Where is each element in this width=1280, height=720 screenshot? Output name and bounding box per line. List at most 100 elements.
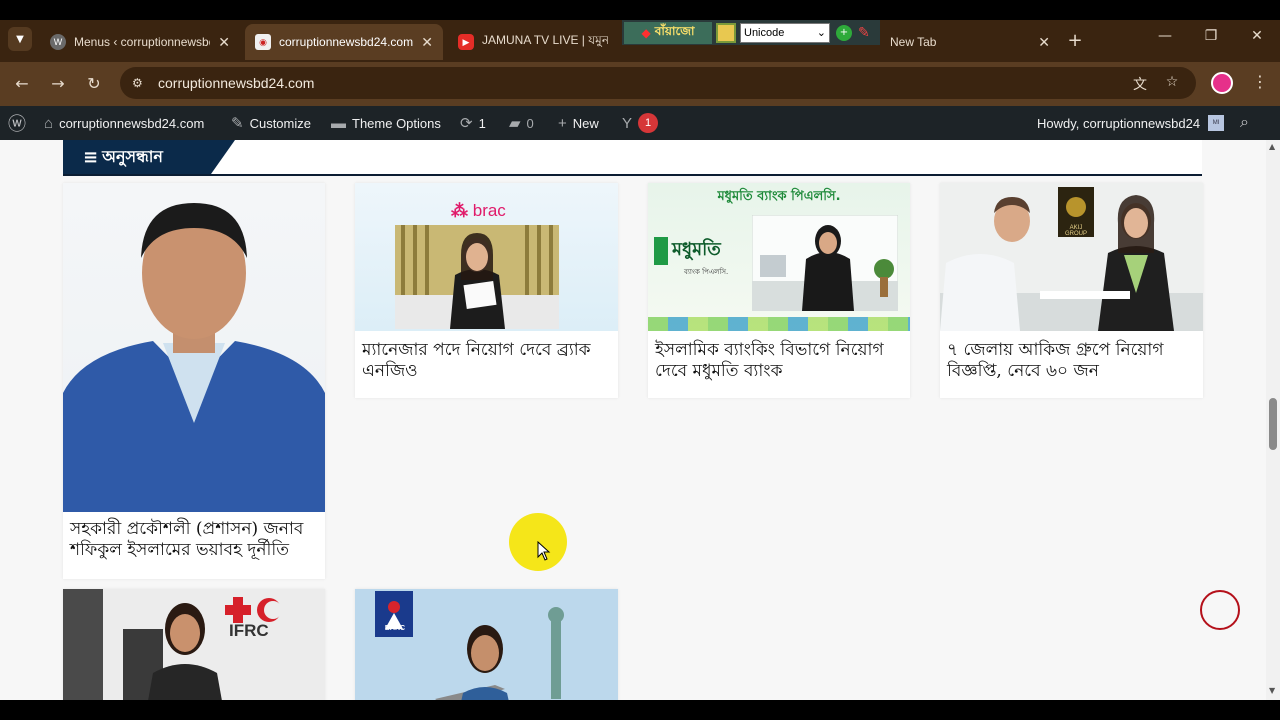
- section-header: ≡ অনুসন্ধান: [63, 140, 1202, 176]
- wp-theme-options-label: Theme Options: [352, 115, 441, 131]
- news-image[interactable]: BARC: [355, 589, 618, 700]
- news-title[interactable]: ম্যানেজার পদে নিয়োগ দেবে ব্র্যাক এনজিও: [362, 340, 612, 382]
- news-card[interactable]: IFRC: [63, 589, 325, 700]
- top-strip: [0, 0, 1280, 20]
- wp-logo-icon[interactable]: ⓦ: [8, 106, 32, 140]
- wp-customize-link[interactable]: ✎ Customize: [231, 106, 311, 140]
- tab-new[interactable]: New Tab ✕: [880, 24, 1060, 60]
- tab-title: corruptionnewsbd24.com: [279, 35, 414, 49]
- tab-menus[interactable]: W Menus ‹ corruptionnewsbd24.com — WordP…: [40, 24, 240, 60]
- brac-logo: ⁂ brac: [451, 201, 506, 220]
- scroll-thumb[interactable]: [1269, 398, 1277, 450]
- page-content: ≡ অনুসন্ধান সহকারী প্রকৌশলী (প্রশাসন) জন…: [0, 140, 1266, 700]
- news-image[interactable]: ⁂ brac: [355, 183, 618, 331]
- wp-admin-bar: ⓦ ⌂ corruptionnewsbd24.com ✎ Customize ▬ Th…: [0, 106, 1280, 140]
- news-title[interactable]: ইসলামিক ব্যাংকিং বিভাগে নিয়োগ দেবে মধুম…: [655, 340, 904, 382]
- news-title[interactable]: সহকারী প্রকৌশলী (প্রশাসন) জনাব শফিকুল ইস…: [70, 519, 319, 561]
- ime-mark-icon: ◆: [641, 25, 651, 40]
- ifrc-logo-text: IFRC: [229, 621, 269, 640]
- ime-encoding-value: Unicode: [744, 26, 785, 39]
- brush-icon: ✎: [231, 115, 244, 132]
- wp-howdy-text: Howdy, corruptionnewsbd24: [1037, 115, 1201, 131]
- wp-seo-badge: 1: [638, 113, 659, 133]
- refresh-icon: ⟳: [460, 115, 473, 132]
- modhumoti-logo: মধুমতি ব্যাংক পিএলসি.: [654, 235, 744, 278]
- barc-logo-text: BARC: [384, 625, 406, 632]
- ime-logo-text: বাঁয়াজো: [654, 23, 695, 38]
- wordpress-icon: W: [50, 34, 66, 50]
- minimize-icon[interactable]: —: [1155, 28, 1175, 44]
- restore-icon[interactable]: ❐: [1201, 28, 1221, 44]
- wp-customize-label: Customize: [249, 115, 311, 131]
- wp-seo-link[interactable]: Y1: [622, 106, 659, 140]
- reload-icon[interactable]: ↻: [84, 74, 104, 93]
- news-image[interactable]: AKIJ GROUP: [940, 183, 1203, 331]
- back-icon[interactable]: ←: [12, 74, 32, 93]
- tab-search-button[interactable]: ▼: [8, 27, 32, 51]
- news-card[interactable]: ⁂ brac ম্যানেজার পদে নিয়োগ দেবে ব্র্যাক…: [355, 183, 618, 398]
- menu-kebab-icon[interactable]: ⋮: [1252, 72, 1268, 91]
- profile-avatar[interactable]: [1211, 72, 1233, 94]
- floating-circle-button[interactable]: [1200, 590, 1240, 630]
- tab-title: New Tab: [890, 35, 937, 49]
- banner-text: মধুমতি ব্যাংক পিএলসি.: [717, 189, 841, 204]
- scroll-down-icon[interactable]: ▼: [1269, 686, 1275, 695]
- youtube-icon: ▶: [458, 34, 474, 50]
- close-icon[interactable]: ✕: [218, 34, 230, 51]
- wp-comments-link[interactable]: ▰ 0: [509, 106, 534, 140]
- news-card[interactable]: BARC: [355, 589, 618, 700]
- tab-title: Menus ‹ corruptionnewsbd24.com — WordPre…: [74, 35, 210, 49]
- ime-toolbar: ◆ বাঁয়াজো Unicode ⌄ + ✎: [622, 20, 880, 45]
- wp-updates-link[interactable]: ⟳ 1: [460, 106, 486, 140]
- news-card[interactable]: মধুমতি ব্যাংক পিএলসি. মধুমতি ব্যাংক পিএল…: [648, 183, 910, 398]
- akij-logo-text: AKIJ GROUP: [1064, 225, 1087, 237]
- new-tab-button[interactable]: +: [1066, 30, 1084, 51]
- search-icon[interactable]: ⌕: [1240, 106, 1249, 140]
- wp-comments-count: 0: [526, 115, 534, 131]
- translate-icon[interactable]: 文: [1130, 74, 1150, 94]
- office-photo: [63, 589, 325, 700]
- comment-icon: ▰: [509, 115, 521, 132]
- office-photo: [752, 215, 898, 311]
- mouse-cursor-icon: [537, 541, 551, 561]
- news-image[interactable]: IFRC: [63, 589, 325, 700]
- folder-icon: ▬: [331, 114, 346, 132]
- wp-theme-options-link[interactable]: ▬ Theme Options: [331, 106, 441, 140]
- news-card[interactable]: সহকারী প্রকৌশলী (প্রশাসন) জনাব শফিকুল ইস…: [63, 183, 325, 579]
- news-image[interactable]: [63, 183, 325, 512]
- news-card[interactable]: AKIJ GROUP ৭ জেলায় আকিজ গ্রুপে নিয়োগ ব…: [940, 183, 1203, 398]
- wp-updates-count: 1: [478, 115, 486, 131]
- section-title: অনুসন্ধান: [102, 146, 163, 166]
- hamburger-icon: ≡: [83, 146, 99, 168]
- office-photo: [395, 225, 559, 329]
- tab-title: JAMUNA TV LIVE | যমুনা টিভি: [482, 33, 608, 47]
- close-icon[interactable]: ✕: [1038, 34, 1050, 51]
- banner-decoration: [648, 317, 910, 331]
- address-bar[interactable]: ⚙ corruptionnewsbd24.com: [120, 67, 1196, 99]
- section-tab[interactable]: ≡ অনুসন্ধান: [63, 140, 235, 174]
- bookmark-star-icon[interactable]: ☆: [1162, 74, 1182, 90]
- wp-site-link[interactable]: ⌂ corruptionnewsbd24.com: [44, 106, 204, 140]
- tab-jamuna[interactable]: ▶ JAMUNA TV LIVE | যমুনা টিভি: [448, 24, 618, 60]
- wp-new-link[interactable]: + New: [558, 106, 599, 140]
- scroll-up-icon[interactable]: ▲: [1269, 142, 1275, 151]
- forward-icon[interactable]: →: [48, 74, 68, 93]
- wp-site-name: corruptionnewsbd24.com: [59, 115, 205, 131]
- wp-new-label: New: [572, 115, 599, 131]
- news-image[interactable]: মধুমতি ব্যাংক পিএলসি. মধুমতি ব্যাংক পিএল…: [648, 183, 910, 331]
- yoast-icon: Y: [622, 114, 633, 132]
- ime-mode-icon[interactable]: [716, 22, 736, 43]
- ime-tools-icon[interactable]: ✎: [858, 25, 874, 41]
- tab-site[interactable]: ◉ corruptionnewsbd24.com ✕: [245, 24, 443, 60]
- site-info-icon[interactable]: ⚙: [132, 76, 152, 90]
- ime-add-icon[interactable]: +: [836, 24, 852, 41]
- wp-account-menu[interactable]: Howdy, corruptionnewsbd24 MI: [1037, 106, 1225, 140]
- page-scrollbar[interactable]: ▲ ▼: [1266, 140, 1280, 700]
- news-title[interactable]: ৭ জেলায় আকিজ গ্রুপে নিয়োগ বিজ্ঞপ্তি, ন…: [947, 340, 1197, 382]
- interview-photo: [940, 183, 1203, 331]
- ime-logo[interactable]: ◆ বাঁয়াজো: [624, 21, 712, 44]
- close-icon[interactable]: ✕: [421, 34, 433, 51]
- home-icon: ⌂: [44, 114, 54, 132]
- window-close-icon[interactable]: ✕: [1247, 28, 1267, 44]
- ime-encoding-select[interactable]: Unicode ⌄: [740, 22, 830, 43]
